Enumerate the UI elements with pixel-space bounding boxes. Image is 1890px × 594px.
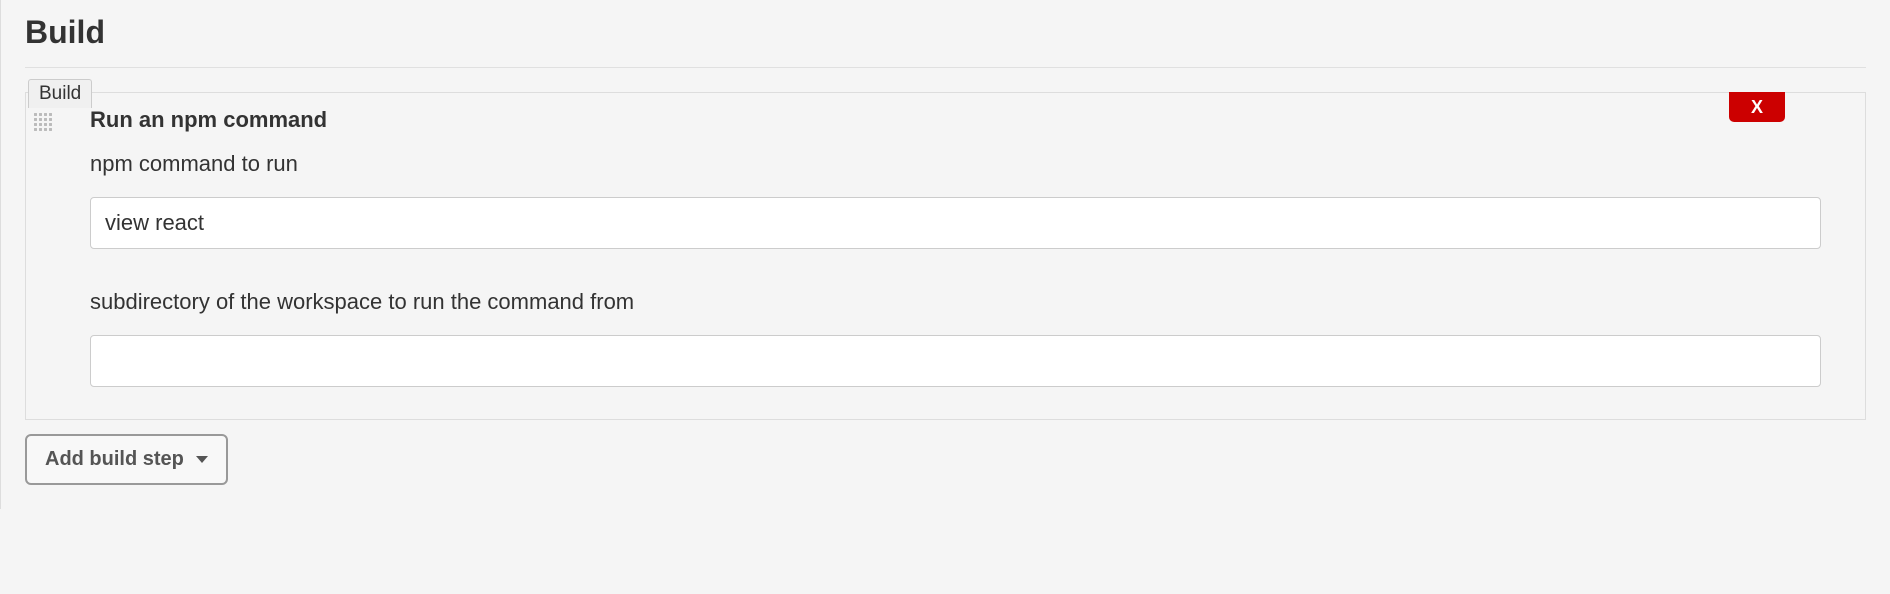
- npm-command-input[interactable]: [90, 197, 1821, 249]
- build-section: Build Build X Run an npm command npm com…: [1, 0, 1890, 509]
- drag-handle-icon[interactable]: [34, 113, 58, 137]
- add-step-wrap: Add build step: [25, 434, 1866, 485]
- section-title: Build: [25, 14, 1866, 68]
- add-build-step-button[interactable]: Add build step: [25, 434, 228, 485]
- build-step: Build X Run an npm command npm command t…: [25, 92, 1866, 420]
- npm-command-label: npm command to run: [90, 151, 1821, 177]
- add-build-step-label: Add build step: [45, 448, 184, 471]
- step-tag: Build: [28, 79, 92, 108]
- step-title: Run an npm command: [90, 107, 1821, 133]
- step-body: Run an npm command npm command to run su…: [26, 93, 1865, 419]
- caret-down-icon: [196, 456, 208, 463]
- subdirectory-label: subdirectory of the workspace to run the…: [90, 289, 1821, 315]
- subdirectory-input[interactable]: [90, 335, 1821, 387]
